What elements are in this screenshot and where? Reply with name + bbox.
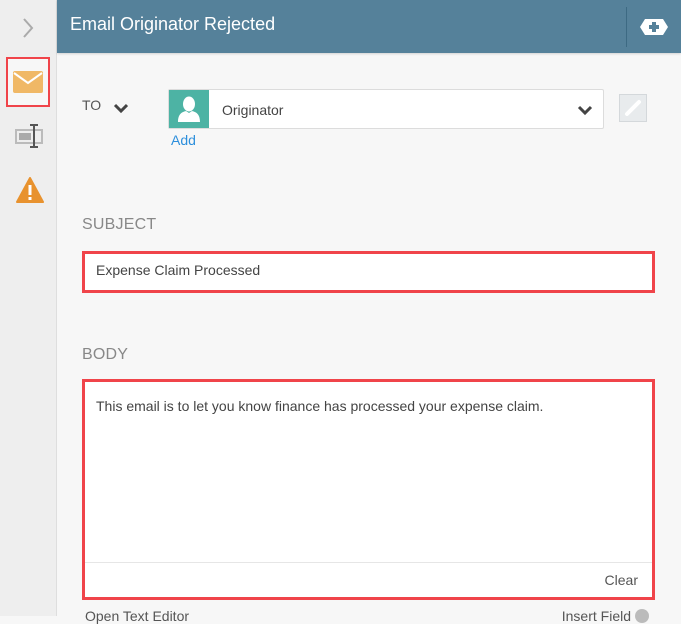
body-footer-divider [85,562,652,563]
add-recipient-link[interactable]: Add [171,132,196,148]
text-field-icon [15,124,43,148]
recipient-dropdown-toggle[interactable] [577,103,593,121]
subject-input[interactable] [96,262,636,278]
rail-field-button[interactable] [6,112,54,160]
warning-icon [16,177,44,203]
pencil-icon [625,100,641,116]
chevron-right-icon [23,18,34,38]
user-avatar [169,90,209,128]
chevron-down-icon [113,103,129,114]
insert-field-link[interactable]: Insert Field [562,608,649,624]
to-dropdown-toggle[interactable] [113,101,129,119]
envelope-icon [13,71,43,93]
clear-button[interactable]: Clear [605,572,638,588]
info-icon [635,609,649,623]
recipient-name: Originator [222,102,284,118]
panel-header: Email Originator Rejected [57,0,681,53]
header-divider [626,7,627,47]
body-label: BODY [82,346,129,363]
subject-field-container [82,251,655,293]
recipient-select[interactable]: Originator [168,89,604,129]
edit-recipient-button[interactable] [619,94,647,122]
insert-field-label: Insert Field [561,608,631,624]
panel-title: Email Originator Rejected [70,14,276,34]
add-button[interactable] [639,17,669,37]
email-form: TO Originator Add SUBJECT BODY This emai… [57,53,681,624]
body-textarea[interactable]: This email is to let you know finance ha… [96,398,641,558]
side-rail [0,0,57,616]
rail-warning-button[interactable] [6,166,54,214]
user-icon [178,96,200,122]
body-field-container: This email is to let you know finance ha… [82,379,655,600]
rail-email-button[interactable] [6,57,50,107]
open-text-editor-link[interactable]: Open Text Editor [85,608,189,624]
subject-label: SUBJECT [82,216,157,233]
to-label: TO [82,97,102,113]
chevron-down-icon [577,105,593,116]
expand-button[interactable] [0,0,56,56]
add-icon [640,19,668,35]
